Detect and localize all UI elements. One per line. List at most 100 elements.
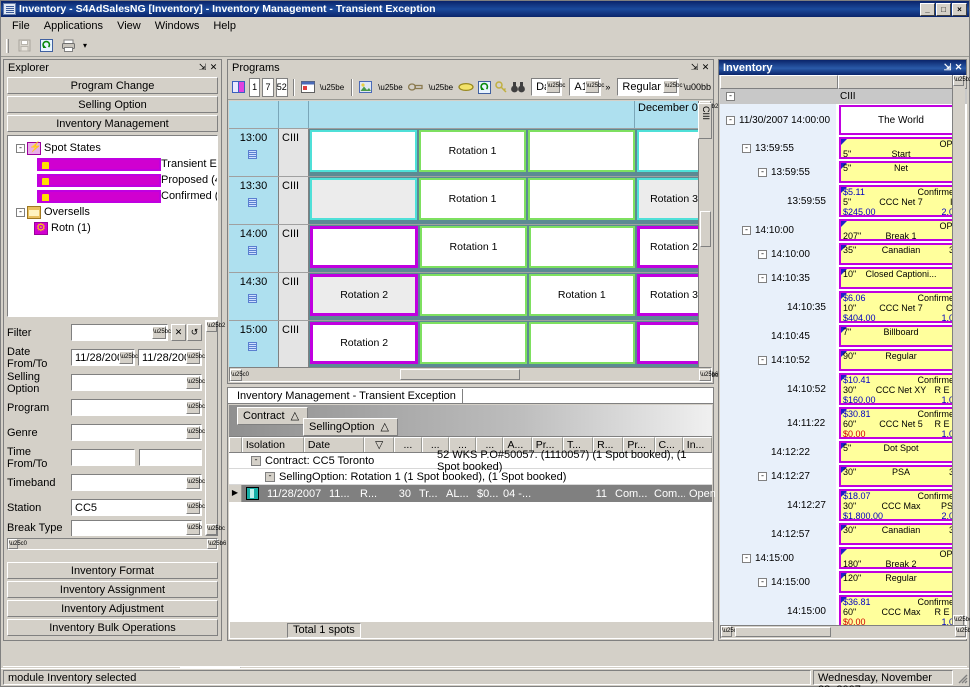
inventory-spot[interactable]: 7"Billboard7 [839, 325, 963, 347]
refresh-icon[interactable] [477, 78, 492, 97]
grid-cell[interactable] [310, 226, 418, 268]
inventory-tree-row[interactable]: -14:10:3510"Closed Captioni...0 [720, 266, 967, 290]
inventory-spot[interactable]: $6.06Confirmed10"CCC Net 7CC$404.001.00 [839, 291, 963, 323]
grid-row[interactable]: 13:00 CIII Rotation 1 [229, 128, 712, 176]
chevron-down-icon[interactable]: \u25bc [186, 522, 200, 535]
save-icon[interactable] [15, 37, 34, 55]
inventory-tree-row[interactable]: 13:59:55$5.11Confirmed5"CCC Net 7ID$245.… [720, 184, 967, 218]
inventory-spot[interactable]: 5"Dot Spot5 [839, 441, 963, 463]
inventory-spot[interactable]: OPN5"Start [839, 137, 963, 159]
scroll-right-icon[interactable]: \u25b6 [699, 369, 711, 381]
scroll-thumb[interactable] [735, 627, 831, 637]
group-row-contract[interactable]: - Contract: CC5 Toronto 52 WKS P.O#50057… [229, 453, 712, 469]
scroll-left-icon[interactable]: \u25c0 [8, 539, 18, 549]
genre-combo[interactable]: \u25bc [71, 424, 202, 441]
scroll-left-icon[interactable]: \u25c0 [230, 369, 242, 381]
link-icon[interactable] [407, 78, 425, 97]
pin-icon[interactable]: ⇲ [942, 62, 953, 73]
picture-icon[interactable] [358, 78, 374, 97]
grid-cell[interactable] [528, 178, 635, 220]
inventory-tree-row[interactable]: -14:10:0035"Canadian35 [720, 242, 967, 266]
chevron-down-icon[interactable]: \u25bc [546, 80, 560, 93]
inventory-spot[interactable]: $30.81Confirmed60"CCC Net 5R E G$0.001.0… [839, 407, 963, 439]
inventory-spot[interactable]: 35"Canadian35 [839, 243, 963, 265]
station-vertical-tab[interactable]: CIII [698, 103, 712, 139]
tree-node[interactable]: Transient Exception (1) [10, 156, 215, 172]
inventory-spot[interactable]: 30"Canadian30 [839, 523, 963, 545]
expand-toggle[interactable]: - [742, 226, 751, 235]
inventory-spot[interactable]: 5"Net5 [839, 161, 963, 183]
view-icon[interactable] [231, 78, 247, 97]
inventory-spot[interactable]: $10.41Confirmed30"CCC Net XYR E G$160.00… [839, 373, 963, 405]
scroll-up-icon[interactable]: \u25b2 [206, 321, 217, 332]
print-icon[interactable] [59, 37, 78, 55]
expand-toggle[interactable]: - [726, 92, 735, 101]
expand-toggle[interactable]: - [742, 554, 751, 563]
column-header-isolation[interactable]: Isolation [242, 437, 304, 452]
chevron-down-icon[interactable]: \u25bc [585, 80, 599, 93]
inventory-tree-row[interactable]: 14:12:5730"Canadian30 [720, 522, 967, 546]
key-icon[interactable] [494, 78, 508, 97]
link-dropdown-icon[interactable]: \u25be [427, 83, 455, 92]
chevron-down-icon[interactable]: \u25bc [186, 501, 200, 514]
refresh-icon[interactable] [37, 37, 56, 55]
pin-icon[interactable]: ⇲ [689, 62, 700, 73]
inventory-spot[interactable]: OPN180"Break 2 [839, 547, 963, 569]
chevron-down-icon[interactable]: \u25bc [663, 80, 677, 93]
inventory-spot[interactable]: 120"Regular0 [839, 571, 963, 593]
button-inventory-management[interactable]: Inventory Management [7, 115, 218, 132]
column-header-3[interactable]: ... [394, 437, 421, 452]
print-dropdown-icon[interactable]: ▾ [81, 41, 89, 50]
chevron-down-icon[interactable]: \u25bc [186, 376, 200, 389]
pin-icon[interactable]: ⇲ [197, 62, 208, 73]
column-header-time[interactable] [720, 75, 838, 89]
calendar-icon[interactable] [300, 78, 316, 97]
filter-horizontal-scrollbar[interactable]: \u25c0 \u25b6 [7, 538, 218, 550]
inventory-vertical-scrollbar[interactable]: \u25b2 \u25bc [952, 75, 965, 626]
inventory-tree-row[interactable]: 14:10:52$10.41Confirmed30"CCC Net XYR E … [720, 372, 967, 406]
grid-vertical-scrollbar[interactable]: \u25b2 \u25bc [698, 101, 712, 382]
maximize-button[interactable]: □ [936, 3, 951, 16]
inventory-tree-row[interactable]: -14:10:5290"Regular0 [720, 348, 967, 372]
timeband-combo[interactable]: \u25bc [71, 474, 202, 491]
grid-cell[interactable] [310, 178, 417, 220]
column-header-sort[interactable]: ▽ [364, 437, 394, 452]
menu-item-help[interactable]: Help [206, 18, 243, 34]
expand-icon[interactable] [248, 198, 257, 207]
grid-cell[interactable]: Rotation 2 [310, 274, 418, 316]
grid-cell[interactable] [420, 274, 526, 316]
inventory-spot[interactable]: $5.11Confirmed5"CCC Net 7ID$245.002.00 [839, 185, 963, 217]
station-combo[interactable]: CC5 \u25bc [71, 499, 202, 516]
inventory-tree-row[interactable]: 14:10:457"Billboard7 [720, 324, 967, 348]
tree-node[interactable]: - Spot States [10, 140, 215, 156]
menu-item-windows[interactable]: Windows [148, 18, 207, 34]
inventory-tree-row[interactable]: -11/30/2007 14:00:00The World [720, 104, 967, 136]
menu-item-applications[interactable]: Applications [37, 18, 110, 34]
expand-toggle[interactable]: - [758, 472, 767, 481]
close-icon[interactable]: ✕ [700, 62, 711, 73]
inventory-tree-row[interactable]: -14:15:00120"Regular0 [720, 570, 967, 594]
grid-row[interactable]: 14:30 CIII Rotation 2 Rotation 1 Rotatio… [229, 272, 712, 320]
expand-toggle[interactable]: - [726, 116, 735, 125]
pencil-icon[interactable] [457, 78, 475, 97]
tab-inventory-management-transient-exception[interactable]: Inventory Management - Transient Excepti… [233, 389, 463, 403]
filter-vertical-scrollbar[interactable]: \u25b2 \u25bc [205, 320, 218, 536]
chevron-down-icon[interactable]: \u25bc [119, 351, 133, 364]
view-7-days-button[interactable]: 7 [262, 78, 273, 97]
group-by-bar[interactable]: Contract △ SellingOption △ [229, 405, 712, 437]
grid-cell[interactable]: Rotation 1 [419, 178, 526, 220]
expand-icon[interactable] [248, 342, 257, 351]
scroll-right-icon[interactable]: \u25b6 [955, 626, 966, 637]
grid-horizontal-scrollbar[interactable]: \u25c0 \u25b6 [229, 367, 712, 382]
chevron-down-icon[interactable]: \u25bc [186, 351, 200, 364]
button-inventory-bulk-operations[interactable]: Inventory Bulk Operations [7, 619, 218, 636]
period-combo[interactable]: Daily \u25bc [531, 78, 562, 96]
binoculars-icon[interactable] [510, 78, 526, 97]
inventory-tree-row[interactable]: -13:59:55OPN5"Start [720, 136, 967, 160]
inventory-tree-row[interactable]: -14:15:00OPN180"Break 2 [720, 546, 967, 570]
time-to-input[interactable] [139, 449, 203, 466]
grid-cell[interactable]: Rotation 1 [529, 274, 635, 316]
scroll-up-icon[interactable]: \u25b2 [953, 75, 964, 86]
scroll-right-icon[interactable]: \u25b6 [207, 539, 217, 549]
date-from-input[interactable]: 11/28/200 \u25bc [71, 349, 135, 366]
